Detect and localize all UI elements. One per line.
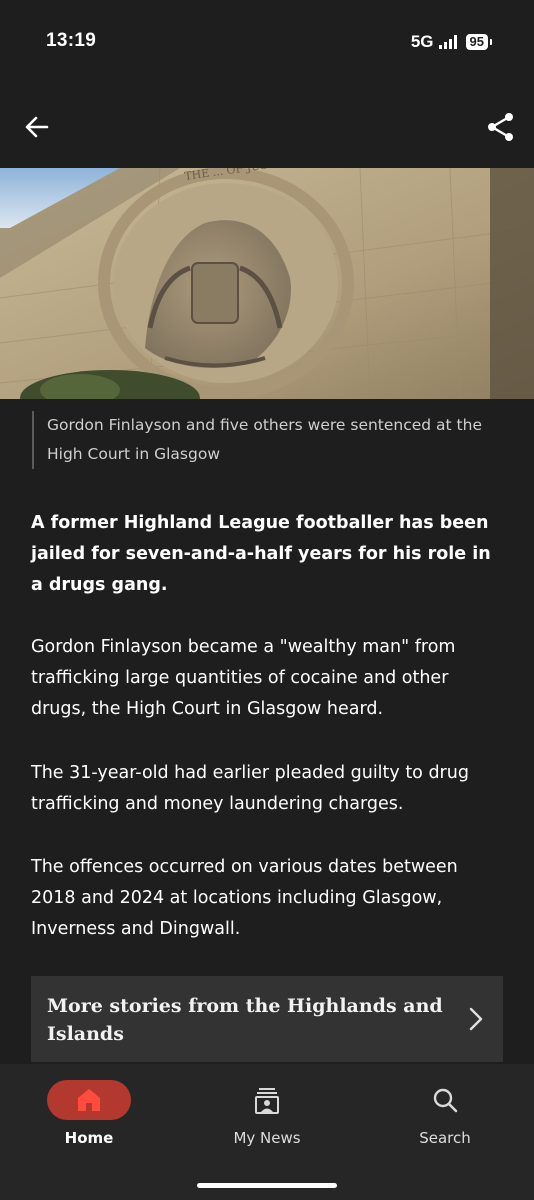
- article-paragraph: The offences occurred on various dates b…: [31, 857, 458, 939]
- home-icon: [78, 1089, 100, 1111]
- status-bar: 13:19 5G 95: [0, 0, 534, 88]
- article-hero-image: THE ... OF JUSTICE: [0, 168, 534, 399]
- share-icon: [488, 113, 513, 141]
- status-time: 13:19: [46, 30, 97, 51]
- nav-search[interactable]: Search: [356, 1064, 534, 1147]
- article-lead: A former Highland League footballer has …: [31, 513, 491, 595]
- arrow-left-icon: [25, 116, 49, 138]
- more-stories-link[interactable]: More stories from the Highlands and Isla…: [31, 976, 503, 1062]
- nav-home-label: Home: [64, 1129, 114, 1147]
- battery-indicator: 95: [465, 34, 493, 50]
- top-app-bar: [0, 96, 534, 160]
- nav-my-news[interactable]: My News: [178, 1064, 356, 1147]
- nav-search-label: Search: [419, 1129, 471, 1147]
- back-button[interactable]: [20, 110, 54, 144]
- share-button[interactable]: [484, 110, 518, 144]
- my-news-icon: [255, 1088, 279, 1114]
- status-indicators: 5G 95: [410, 32, 493, 52]
- network-type: 5G: [410, 32, 434, 51]
- search-icon: [433, 1088, 458, 1113]
- signal-icon: [438, 35, 457, 49]
- image-caption: Gordon Finlayson and five others were se…: [32, 411, 517, 469]
- home-indicator[interactable]: [197, 1183, 337, 1188]
- article-paragraph: The 31-year-old had earlier pleaded guil…: [31, 763, 469, 814]
- chevron-right-icon: [469, 1007, 483, 1031]
- more-stories-label: More stories from the Highlands and Isla…: [47, 995, 443, 1045]
- court-facade-illustration: THE ... OF JUSTICE: [0, 168, 534, 399]
- article-paragraph: Gordon Finlayson became a "wealthy man" …: [31, 637, 456, 719]
- nav-my-news-label: My News: [233, 1129, 301, 1147]
- nav-home[interactable]: Home: [0, 1064, 178, 1147]
- bottom-navigation: Home My News Search: [0, 1064, 534, 1200]
